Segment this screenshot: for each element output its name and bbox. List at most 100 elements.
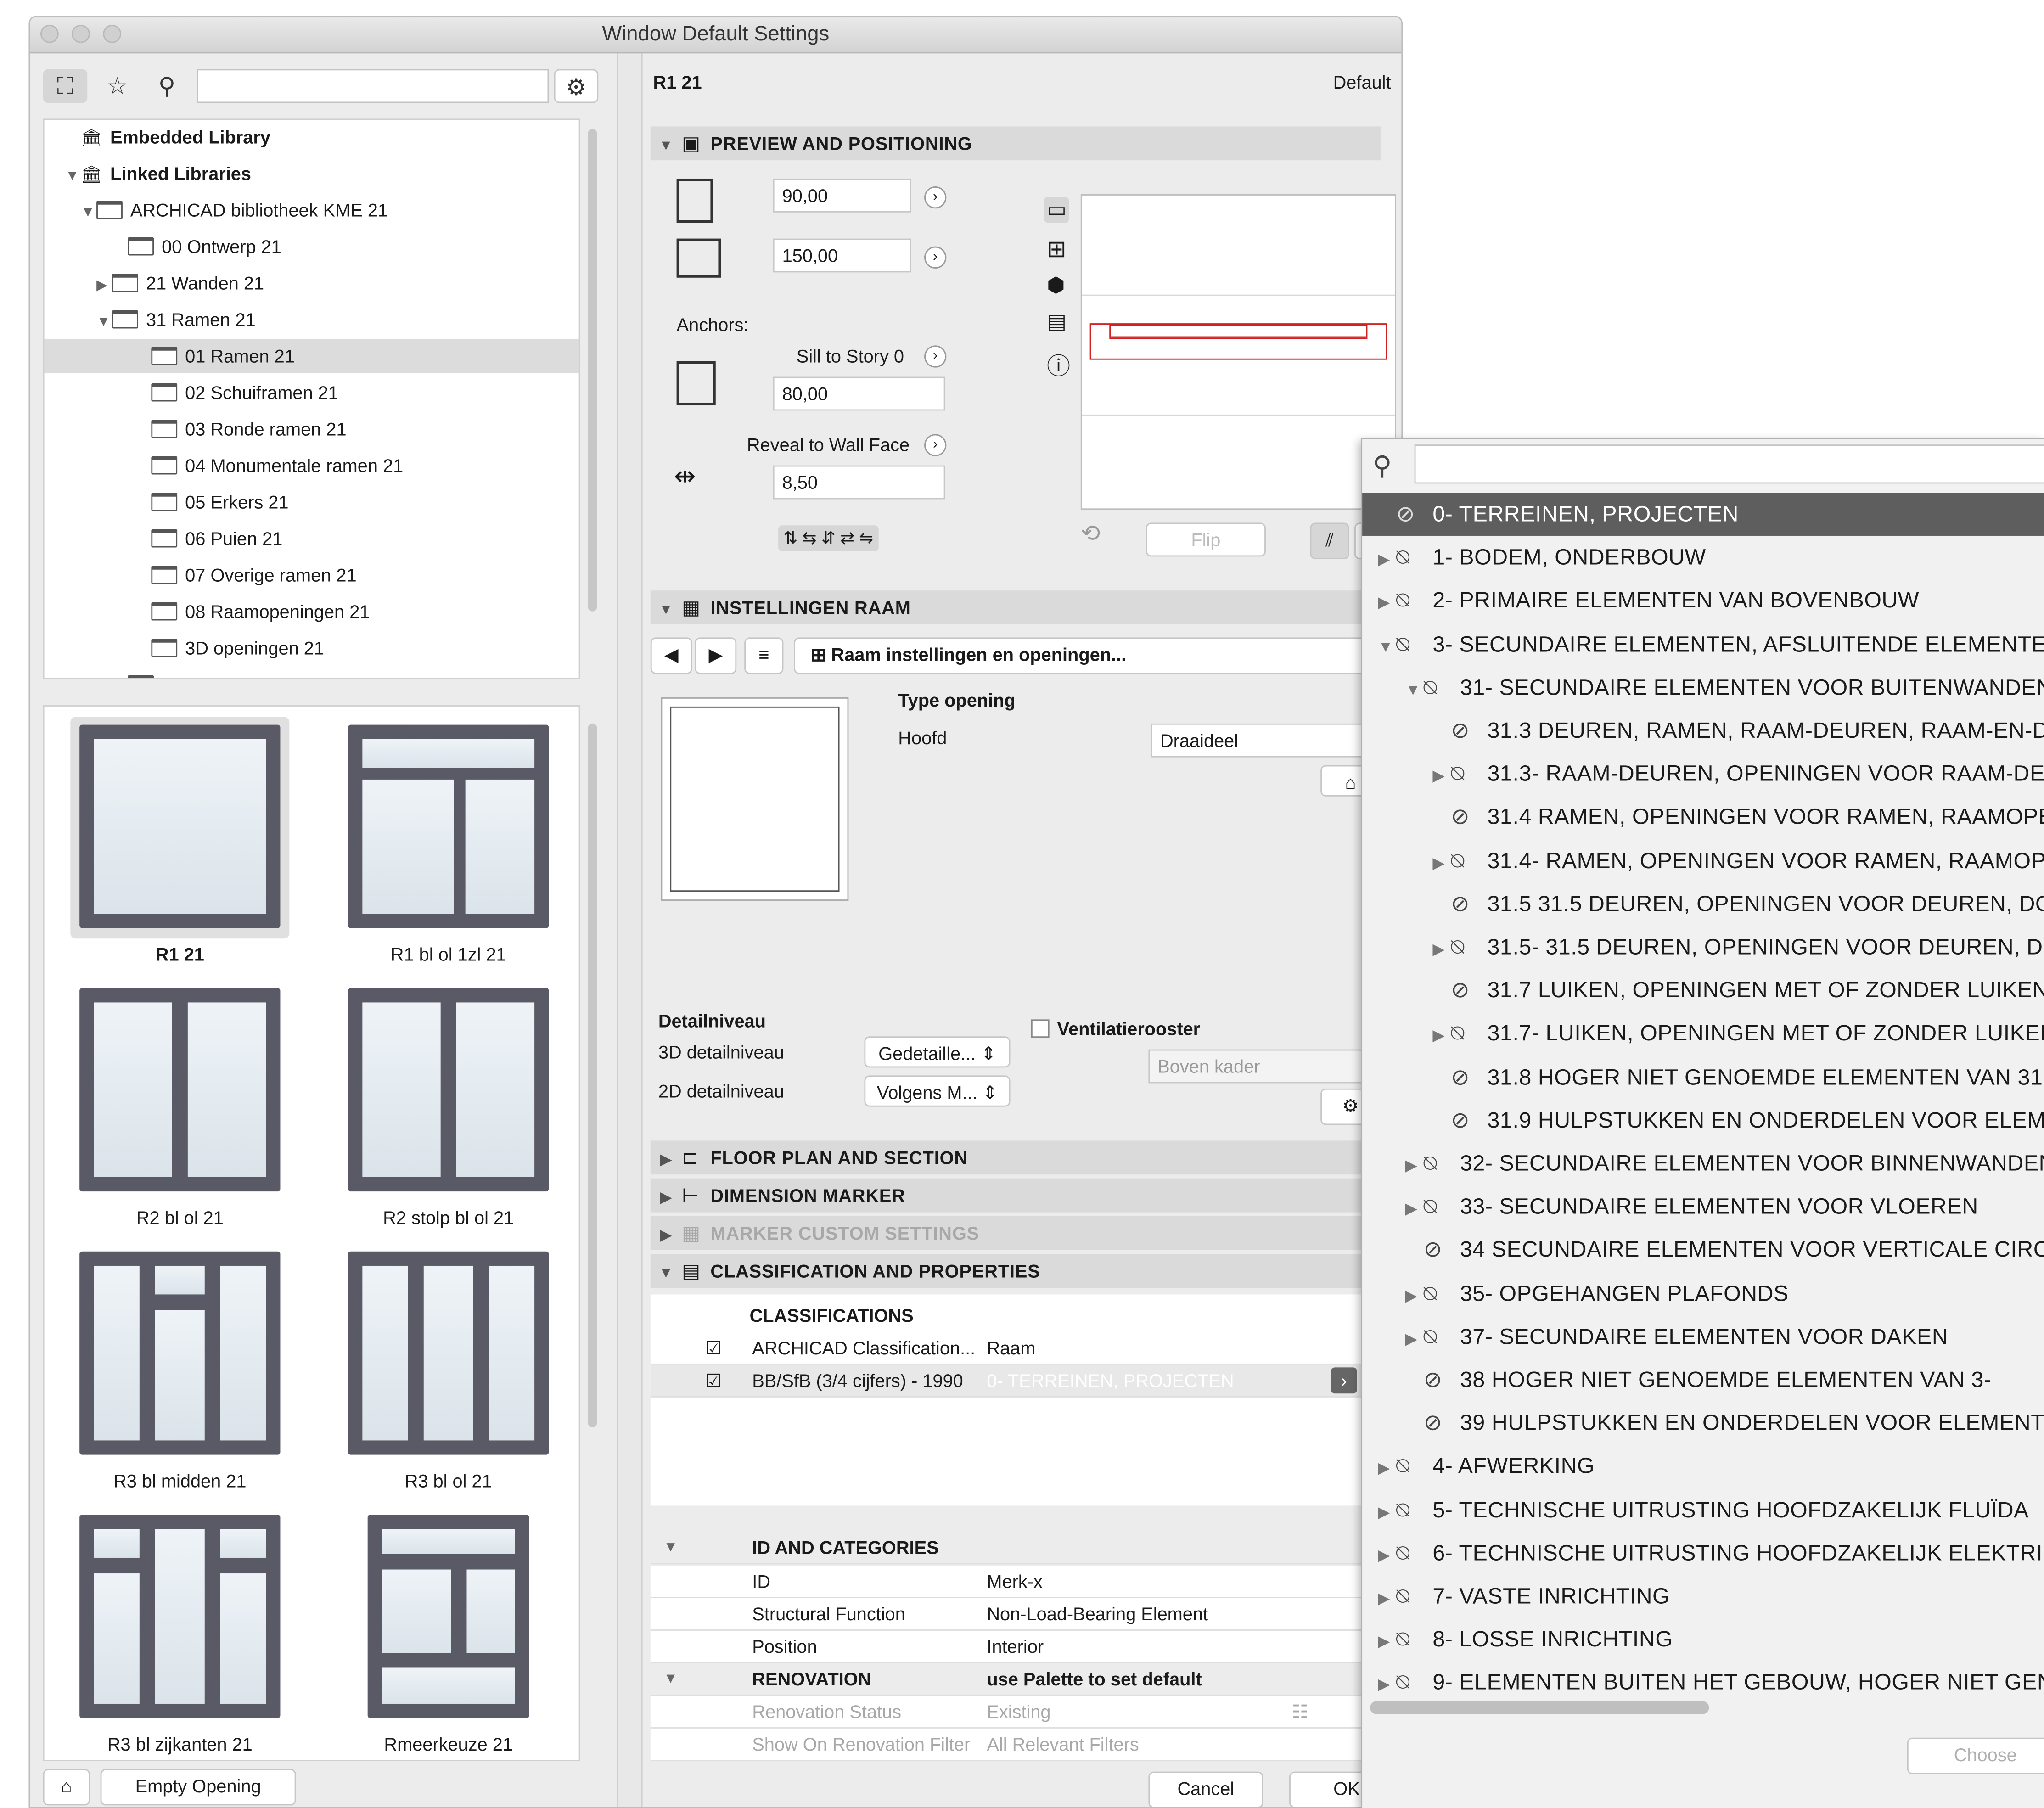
elevation-view-icon[interactable]: ▭	[1044, 197, 1069, 223]
classification-item[interactable]: ▶ ⍉ 8- LOSSE INRICHTING	[1362, 1618, 2044, 1661]
section-floor-plan[interactable]: ▶ ⊏ FLOOR PLAN AND SECTION	[650, 1140, 1381, 1177]
classification-search-input[interactable]	[1414, 444, 2044, 484]
chevron-down-icon[interactable]: ▼	[1378, 625, 1396, 668]
property-row[interactable]: Renovation Status Existing ☷	[650, 1696, 1381, 1729]
tree-item[interactable]: 04 Monumentale ramen 21	[45, 449, 579, 483]
cancel-button[interactable]: Cancel	[1148, 1771, 1263, 1807]
chevron-right-icon[interactable]: ▶	[1378, 582, 1396, 625]
section-classification[interactable]: ▼ ▤ CLASSIFICATION AND PROPERTIES	[650, 1254, 1381, 1291]
property-row[interactable]: Structural Function Non-Load-Bearing Ele…	[650, 1598, 1381, 1631]
renovation-header-row[interactable]: ▼ RENOVATION use Palette to set default	[650, 1663, 1381, 1696]
section-marker-custom[interactable]: ▶ ▦ MARKER CUSTOM SETTINGS	[650, 1216, 1381, 1250]
flip-button[interactable]: Flip	[1146, 522, 1266, 557]
classification-item[interactable]: ⊘ 38 HOGER NIET GENOEMDE ELEMENTEN VAN 3-	[1362, 1359, 2044, 1402]
classification-item[interactable]: ⊘ 31.5 31.5 DEUREN, OPENINGEN VOOR DEUREN…	[1362, 882, 2044, 926]
tree-item[interactable]: 08 Raamopeningen 21	[45, 595, 579, 629]
collapse-triangle-icon[interactable]: ▼	[651, 1257, 682, 1291]
tree-item[interactable]: 06 Puien 21	[45, 522, 579, 556]
property-row[interactable]: ID Merk-x	[650, 1565, 1381, 1598]
classification-item[interactable]: ⊘ 31.4 RAMEN, OPENINGEN VOOR RAMEN, RAAMO…	[1362, 796, 2044, 839]
classification-item[interactable]: ▶ ⍉ 31.4- RAMEN, OPENINGEN VOOR RAMEN, RAA…	[1362, 839, 2044, 882]
classification-item[interactable]: ▶ ⍉ 6- TECHNISCHE UITRUSTING HOOFDZAKELIJK…	[1362, 1532, 2044, 1575]
tree-item[interactable]: 51-56 Verwarming 21	[45, 668, 579, 678]
tree-item[interactable]: 02 Schuiframen 21	[45, 376, 579, 410]
chevron-down-icon[interactable]: ▼	[1405, 668, 1424, 712]
settings-gear-icon[interactable]: ⚙	[554, 69, 599, 103]
window-thumbnail[interactable]: R2 stolp bl ol 21	[339, 980, 558, 1228]
sill-anchor-button[interactable]: ›	[924, 345, 947, 368]
classification-item[interactable]: ▶ ⍉ 2- PRIMAIRE ELEMENTEN VAN BOVENBOUW	[1362, 579, 2044, 623]
check-icon[interactable]: ☑	[705, 1332, 722, 1365]
page-selector-dropdown[interactable]: ⊞ Raam instellingen en openingen...	[794, 637, 1381, 674]
section-preview-positioning[interactable]: ▼ ▣ PREVIEW AND POSITIONING	[650, 126, 1381, 163]
search-icon[interactable]: ⚲	[145, 69, 189, 103]
tree-item[interactable]: 03 Ronde ramen 21	[45, 412, 579, 446]
tree-scrollbar[interactable]	[588, 129, 597, 612]
d2-detail-select[interactable]: Volgens M... ⇕	[864, 1075, 1011, 1107]
property-row[interactable]: Position Interior	[650, 1630, 1381, 1663]
chevron-right-icon[interactable]: ▶	[1378, 1621, 1396, 1664]
opening-side-left-icon[interactable]: ⫽	[1310, 522, 1349, 560]
width-field[interactable]: 90,00	[773, 178, 911, 213]
3d-view-icon[interactable]: ⬢	[1047, 272, 1065, 298]
previous-page-button[interactable]: ◀	[650, 637, 692, 674]
classification-item[interactable]: ▶ ⍉ 1- BODEM, ONDERBOUW	[1362, 536, 2044, 579]
classification-item[interactable]: ▶ ⍉ 31.5- 31.5 DEUREN, OPENINGEN VOOR DEUR…	[1362, 926, 2044, 969]
chevron-right-icon[interactable]: ▶	[1432, 928, 1451, 971]
classification-item[interactable]: ▼ ⍉ 3- SECUNDAIRE ELEMENTEN, AFSLUITENDE E…	[1362, 623, 2044, 666]
window-thumbnail[interactable]: R3 bl midden 21	[70, 1244, 289, 1491]
classification-row[interactable]: ☑ BB/SfB (3/4 cijfers) - 1990 0- TERREIN…	[650, 1364, 1381, 1398]
tree-item[interactable]: ▼ ARCHICAD bibliotheek KME 21	[45, 193, 579, 227]
classification-item[interactable]: ▼ ⍉ 31- SECUNDAIRE ELEMENTEN VOOR BUITENWA…	[1362, 666, 2044, 709]
check-icon[interactable]: ☑	[705, 1365, 722, 1398]
section-view-icon[interactable]: ▤	[1047, 309, 1067, 335]
chevron-right-icon[interactable]: ▶	[1432, 755, 1451, 798]
tree-item[interactable]: ▼ 31 Ramen 21	[45, 303, 579, 337]
expand-triangle-icon[interactable]: ▶	[651, 1181, 682, 1215]
chevron-right-icon[interactable]: ▶	[1405, 1275, 1424, 1318]
chevron-right-icon[interactable]: ▶	[1378, 539, 1396, 582]
reveal-field[interactable]: 8,50	[773, 465, 945, 500]
chevron-right-icon[interactable]: ▶	[1378, 1664, 1396, 1707]
classification-item[interactable]: ▶ ⍉ 9- ELEMENTEN BUITEN HET GEBOUW, HOGER …	[1362, 1661, 2044, 1704]
sill-anchor-label[interactable]: Sill to Story 0	[797, 345, 904, 366]
next-page-button[interactable]: ▶	[695, 637, 737, 674]
pane-divider[interactable]	[616, 53, 643, 1807]
window-thumbnail[interactable]: Rmeerkeuze 21	[339, 1507, 558, 1755]
window-thumbnail[interactable]: R1 bl ol 1zl 21	[339, 717, 558, 965]
classification-item[interactable]: ⊘ 31.9 HULPSTUKKEN EN ONDERDELEN VOOR ELE…	[1362, 1099, 2044, 1142]
tree-item[interactable]: 00 Ontwerp 21	[45, 230, 579, 264]
tree-item[interactable]: 05 Erkers 21	[45, 485, 579, 519]
d3-detail-select[interactable]: Gedetaille... ⇕	[864, 1036, 1011, 1068]
tree-item[interactable]: ▶ 21 Wanden 21	[45, 266, 579, 300]
tree-item[interactable]: ▼ 🏛 Linked Libraries	[45, 157, 579, 191]
tree-item[interactable]: 07 Overige ramen 21	[45, 558, 579, 592]
chevron-right-icon[interactable]: ▶	[1378, 1448, 1396, 1491]
empty-opening-button[interactable]: Empty Opening	[100, 1769, 296, 1806]
classification-item[interactable]: ▶ ⍉ 5- TECHNISCHE UITRUSTING HOOFDZAKELIJK…	[1362, 1488, 2044, 1531]
collapse-triangle-icon[interactable]: ▼	[651, 593, 682, 627]
classification-item[interactable]: ▶ ⍉ 32- SECUNDAIRE ELEMENTEN VOOR BINNENWA…	[1362, 1142, 2044, 1185]
expand-triangle-icon[interactable]: ▶	[651, 1143, 682, 1177]
classification-item[interactable]: ▶ ⍉ 33- SECUNDAIRE ELEMENTEN VOOR VLOEREN	[1362, 1185, 2044, 1228]
classification-item[interactable]: ▶ ⍉ 37- SECUNDAIRE ELEMENTEN VOOR DAKEN	[1362, 1315, 2044, 1358]
horizontal-scrollbar[interactable]	[1370, 1701, 1709, 1714]
classification-item[interactable]: ⊘ 31.7 LUIKEN, OPENINGEN MET OF ZONDER LU…	[1362, 969, 2044, 1012]
choose-button[interactable]: Choose	[1907, 1737, 2044, 1774]
window-thumbnail[interactable]: R3 bl zijkanten 21	[70, 1507, 289, 1755]
vent-position-select[interactable]: Boven kader	[1148, 1049, 1381, 1084]
section-dimension-marker[interactable]: ▶ ⊢ DIMENSION MARKER	[650, 1178, 1381, 1215]
classification-item[interactable]: ⊘ 39 HULPSTUKKEN EN ONDERDELEN VOOR ELEME…	[1362, 1402, 2044, 1445]
id-categories-header-row[interactable]: ▼ ID AND CATEGORIES	[650, 1532, 1381, 1565]
chevron-right-icon[interactable]: ›	[1331, 1367, 1357, 1394]
classification-item[interactable]: ▶ ⍉ 7- VASTE INRICHTING	[1362, 1575, 2044, 1618]
width-arrow-button[interactable]: ›	[924, 186, 947, 209]
property-row[interactable]: Show On Renovation Filter All Relevant F…	[650, 1728, 1381, 1761]
classification-item[interactable]: ⊘ 34 SECUNDAIRE ELEMENTEN VOOR VERTICALE …	[1362, 1229, 2044, 1272]
favorites-star-icon[interactable]: ☆	[95, 69, 140, 103]
height-arrow-button[interactable]: ›	[924, 246, 947, 269]
sill-field[interactable]: 80,00	[773, 376, 945, 411]
collapse-triangle-icon[interactable]: ▼	[651, 129, 682, 163]
classification-item[interactable]: ▶ ⍉ 35- OPGEHANGEN PLAFONDS	[1362, 1272, 2044, 1315]
orientation-toggle-icons[interactable]: ⇅ ⇆ ⇵ ⇄ ⇋	[778, 525, 879, 552]
